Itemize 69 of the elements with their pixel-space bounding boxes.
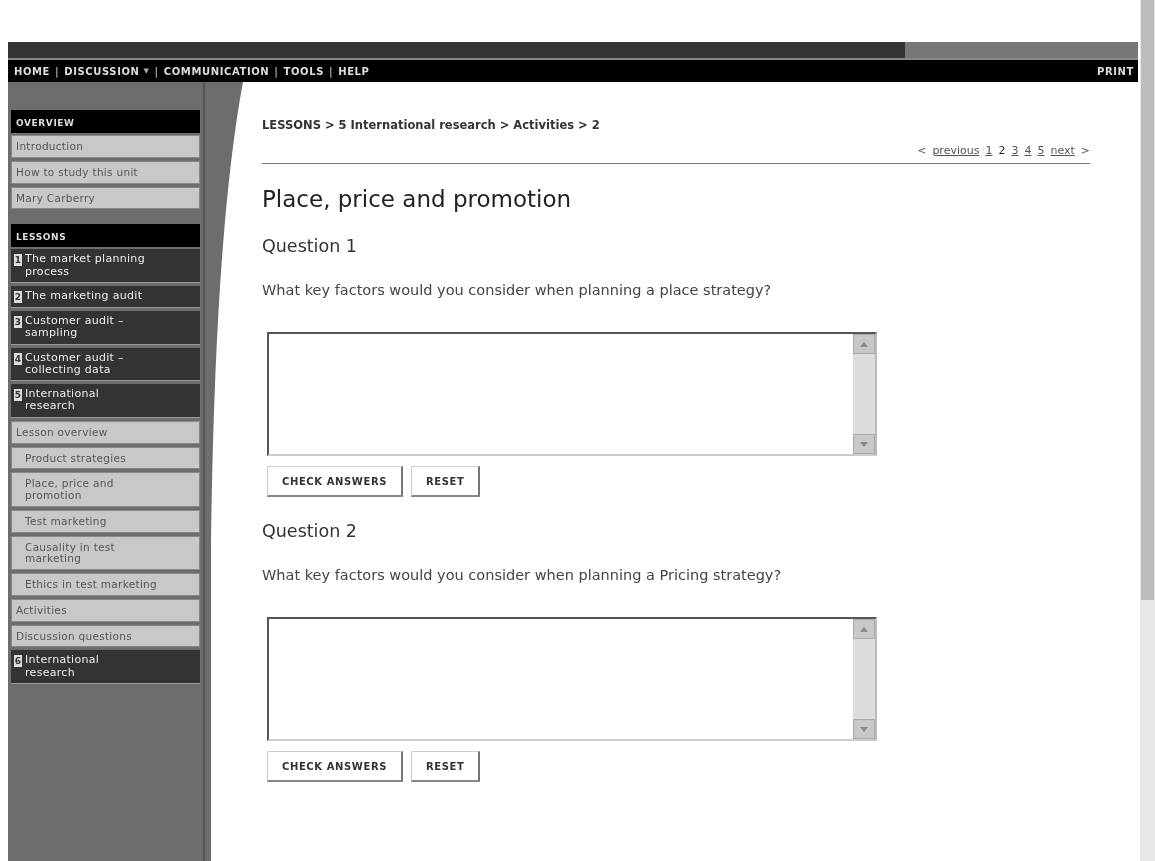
previous-link[interactable]: previous [932,144,980,157]
nav-link[interactable]: COMMUNICATION [163,65,270,77]
page-link[interactable]: 2 [998,144,1006,157]
prev-arrow: < [917,144,927,157]
lesson-number: 6 [14,655,22,668]
nav-separator: | [328,65,334,77]
sidebar-item[interactable]: Product strategies [11,446,200,470]
section-header: LESSONS [11,224,200,248]
breadcrumb: LESSONS > 5 International research > Activities > 2 [262,118,601,132]
lesson-number: 5 [14,389,22,402]
sidebar-item[interactable]: Causality in test marketing [11,535,200,570]
sidebar-item[interactable]: Lesson overview [11,420,200,444]
lesson-title: The market planning process [25,253,146,278]
next-link[interactable]: next [1050,144,1075,157]
down-arrow-icon[interactable] [860,441,868,447]
answer-box[interactable] [267,332,877,456]
page-link[interactable]: 3 [1011,144,1019,157]
nav-separator: | [154,65,159,77]
lesson-title: The marketing audit [25,289,143,303]
up-arrow-icon[interactable] [860,626,868,632]
down-arrow-icon[interactable] [860,726,868,732]
page-link[interactable]: 1 [985,144,993,157]
page-scrollbar[interactable] [1140,0,1155,861]
page-link[interactable]: 5 [1037,144,1045,157]
lesson-title: International research [25,388,101,413]
next-arrow: > [1080,144,1090,157]
up-arrow-icon[interactable] [860,341,868,347]
lesson-item[interactable]: 6 International research [11,650,200,684]
lesson-number: 4 [14,352,22,365]
sidebar-item[interactable]: Mary Carberry [11,186,200,210]
sidebar-item[interactable]: Discussion questions [11,624,200,648]
lesson-number: 3 [14,315,22,328]
section-header: OVERVIEW [11,110,200,133]
reset-button[interactable]: RESET [411,466,481,497]
lesson-item[interactable]: 5 International research [11,384,200,418]
scrollbar-thumb[interactable] [1141,0,1154,600]
scrollbar[interactable] [853,619,875,739]
answer-box[interactable] [267,617,877,741]
nav-link[interactable]: TOOLS [283,65,324,77]
lesson-item[interactable]: 4 Customer audit – collecting data [11,347,200,382]
lesson-item[interactable]: 1 The market planning process [11,249,200,283]
lesson-item[interactable]: 2 The marketing audit [11,285,200,308]
reset-button[interactable]: RESET [411,751,481,782]
question-text: What key factors would you consider when planning a Pricing strategy? [262,567,783,583]
print-link[interactable]: PRINT [1097,65,1134,77]
nav-separator: | [274,65,279,77]
page-link[interactable]: 4 [1024,144,1032,157]
question-text: What key factors would you consider when planning a place strategy? [262,282,773,298]
nav-separator: | [55,65,60,77]
page-title: Place, price and promotion [262,186,573,212]
nav-link[interactable]: HOME [14,65,51,77]
lesson-title: Customer audit – sampling [25,314,125,340]
question-title: Question 1 [262,236,358,256]
sidebar-item[interactable]: Test marketing [11,509,200,533]
lesson-item[interactable]: 3 Customer audit – sampling [11,310,200,345]
sidebar-item[interactable]: Place, price and promotion [11,472,200,507]
sidebar-item[interactable]: Introduction [11,135,200,158]
lesson-title: International research [25,654,101,679]
sidebar-item[interactable]: Activities [11,598,200,622]
check-answers-button[interactable]: CHECK ANSWERS [267,466,403,497]
nav-link[interactable]: HELP [338,65,370,77]
scrollbar[interactable] [853,334,875,454]
check-answers-button[interactable]: CHECK ANSWERS [267,751,403,782]
lesson-number: 1 [14,254,22,267]
lesson-number: 2 [14,290,22,303]
question-title: Question 2 [262,521,358,541]
sidebar-item[interactable]: How to study this unit [11,160,200,184]
sidebar-item[interactable]: Ethics in test marketing [11,573,200,596]
lesson-title: Customer audit – collecting data [25,351,125,377]
